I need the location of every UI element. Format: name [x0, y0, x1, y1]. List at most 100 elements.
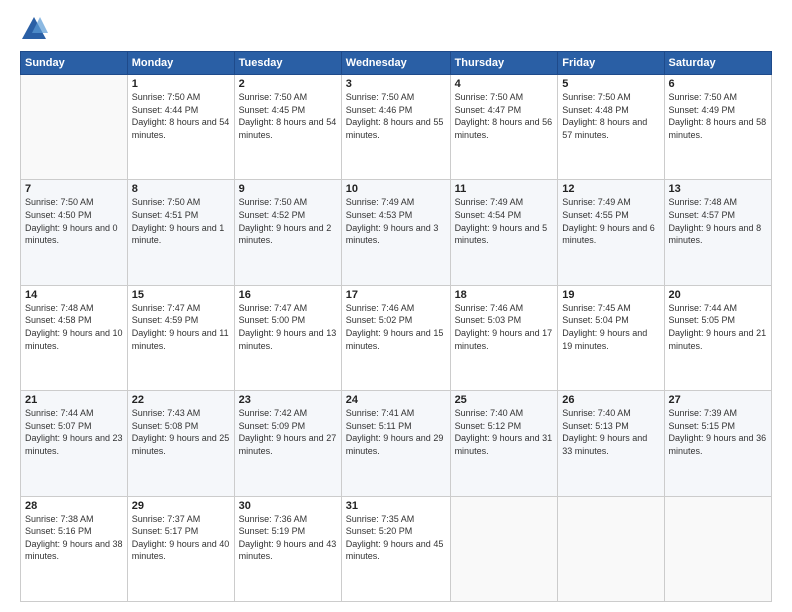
day-number: 29 [132, 500, 230, 512]
page: SundayMondayTuesdayWednesdayThursdayFrid… [0, 0, 792, 612]
day-detail: Sunrise: 7:40 AMSunset: 5:12 PMDaylight:… [455, 407, 554, 457]
day-detail: Sunrise: 7:38 AMSunset: 5:16 PMDaylight:… [25, 513, 123, 563]
day-detail: Sunrise: 7:50 AMSunset: 4:48 PMDaylight:… [562, 91, 659, 141]
day-detail: Sunrise: 7:46 AMSunset: 5:02 PMDaylight:… [346, 302, 446, 352]
day-detail: Sunrise: 7:46 AMSunset: 5:03 PMDaylight:… [455, 302, 554, 352]
calendar-cell: 9 Sunrise: 7:50 AMSunset: 4:52 PMDayligh… [234, 180, 341, 285]
day-detail: Sunrise: 7:41 AMSunset: 5:11 PMDaylight:… [346, 407, 446, 457]
weekday-header-wednesday: Wednesday [341, 52, 450, 75]
day-number: 15 [132, 289, 230, 301]
calendar-cell: 26 Sunrise: 7:40 AMSunset: 5:13 PMDaylig… [558, 391, 664, 496]
day-number: 26 [562, 394, 659, 406]
day-number: 20 [669, 289, 767, 301]
day-number: 16 [239, 289, 337, 301]
calendar-cell: 2 Sunrise: 7:50 AMSunset: 4:45 PMDayligh… [234, 75, 341, 180]
day-number: 21 [25, 394, 123, 406]
calendar-cell: 15 Sunrise: 7:47 AMSunset: 4:59 PMDaylig… [127, 285, 234, 390]
day-number: 11 [455, 183, 554, 195]
day-detail: Sunrise: 7:37 AMSunset: 5:17 PMDaylight:… [132, 513, 230, 563]
day-detail: Sunrise: 7:49 AMSunset: 4:53 PMDaylight:… [346, 196, 446, 246]
calendar-cell: 20 Sunrise: 7:44 AMSunset: 5:05 PMDaylig… [664, 285, 771, 390]
day-detail: Sunrise: 7:40 AMSunset: 5:13 PMDaylight:… [562, 407, 659, 457]
day-number: 17 [346, 289, 446, 301]
calendar-week-5: 28 Sunrise: 7:38 AMSunset: 5:16 PMDaylig… [21, 496, 772, 601]
day-number: 23 [239, 394, 337, 406]
day-number: 8 [132, 183, 230, 195]
day-detail: Sunrise: 7:43 AMSunset: 5:08 PMDaylight:… [132, 407, 230, 457]
weekday-header-monday: Monday [127, 52, 234, 75]
day-detail: Sunrise: 7:50 AMSunset: 4:51 PMDaylight:… [132, 196, 230, 246]
calendar-cell [558, 496, 664, 601]
calendar-cell: 29 Sunrise: 7:37 AMSunset: 5:17 PMDaylig… [127, 496, 234, 601]
calendar-cell: 12 Sunrise: 7:49 AMSunset: 4:55 PMDaylig… [558, 180, 664, 285]
day-number: 31 [346, 500, 446, 512]
weekday-header-sunday: Sunday [21, 52, 128, 75]
day-number: 22 [132, 394, 230, 406]
calendar-cell: 4 Sunrise: 7:50 AMSunset: 4:47 PMDayligh… [450, 75, 558, 180]
calendar-cell: 27 Sunrise: 7:39 AMSunset: 5:15 PMDaylig… [664, 391, 771, 496]
day-number: 9 [239, 183, 337, 195]
calendar-cell: 14 Sunrise: 7:48 AMSunset: 4:58 PMDaylig… [21, 285, 128, 390]
day-number: 24 [346, 394, 446, 406]
calendar-cell: 10 Sunrise: 7:49 AMSunset: 4:53 PMDaylig… [341, 180, 450, 285]
calendar-cell: 5 Sunrise: 7:50 AMSunset: 4:48 PMDayligh… [558, 75, 664, 180]
calendar-cell: 8 Sunrise: 7:50 AMSunset: 4:51 PMDayligh… [127, 180, 234, 285]
calendar-week-1: 1 Sunrise: 7:50 AMSunset: 4:44 PMDayligh… [21, 75, 772, 180]
calendar-cell: 11 Sunrise: 7:49 AMSunset: 4:54 PMDaylig… [450, 180, 558, 285]
weekday-header-thursday: Thursday [450, 52, 558, 75]
day-detail: Sunrise: 7:49 AMSunset: 4:55 PMDaylight:… [562, 196, 659, 246]
day-number: 7 [25, 183, 123, 195]
weekday-header-friday: Friday [558, 52, 664, 75]
day-number: 30 [239, 500, 337, 512]
calendar-cell: 31 Sunrise: 7:35 AMSunset: 5:20 PMDaylig… [341, 496, 450, 601]
day-detail: Sunrise: 7:50 AMSunset: 4:49 PMDaylight:… [669, 91, 767, 141]
day-number: 2 [239, 78, 337, 90]
day-detail: Sunrise: 7:39 AMSunset: 5:15 PMDaylight:… [669, 407, 767, 457]
day-number: 18 [455, 289, 554, 301]
logo-icon [20, 15, 48, 43]
day-detail: Sunrise: 7:44 AMSunset: 5:05 PMDaylight:… [669, 302, 767, 352]
calendar-week-2: 7 Sunrise: 7:50 AMSunset: 4:50 PMDayligh… [21, 180, 772, 285]
day-detail: Sunrise: 7:50 AMSunset: 4:47 PMDaylight:… [455, 91, 554, 141]
day-number: 5 [562, 78, 659, 90]
day-detail: Sunrise: 7:45 AMSunset: 5:04 PMDaylight:… [562, 302, 659, 352]
day-number: 4 [455, 78, 554, 90]
calendar-cell: 1 Sunrise: 7:50 AMSunset: 4:44 PMDayligh… [127, 75, 234, 180]
calendar-cell: 23 Sunrise: 7:42 AMSunset: 5:09 PMDaylig… [234, 391, 341, 496]
calendar-week-4: 21 Sunrise: 7:44 AMSunset: 5:07 PMDaylig… [21, 391, 772, 496]
day-number: 6 [669, 78, 767, 90]
calendar-cell: 25 Sunrise: 7:40 AMSunset: 5:12 PMDaylig… [450, 391, 558, 496]
calendar-cell: 19 Sunrise: 7:45 AMSunset: 5:04 PMDaylig… [558, 285, 664, 390]
day-number: 1 [132, 78, 230, 90]
calendar-cell [664, 496, 771, 601]
day-number: 3 [346, 78, 446, 90]
day-number: 14 [25, 289, 123, 301]
calendar-cell: 24 Sunrise: 7:41 AMSunset: 5:11 PMDaylig… [341, 391, 450, 496]
calendar-cell [21, 75, 128, 180]
calendar-cell: 22 Sunrise: 7:43 AMSunset: 5:08 PMDaylig… [127, 391, 234, 496]
day-detail: Sunrise: 7:44 AMSunset: 5:07 PMDaylight:… [25, 407, 123, 457]
day-detail: Sunrise: 7:47 AMSunset: 5:00 PMDaylight:… [239, 302, 337, 352]
day-detail: Sunrise: 7:36 AMSunset: 5:19 PMDaylight:… [239, 513, 337, 563]
weekday-header-saturday: Saturday [664, 52, 771, 75]
calendar-header: SundayMondayTuesdayWednesdayThursdayFrid… [21, 52, 772, 75]
day-detail: Sunrise: 7:35 AMSunset: 5:20 PMDaylight:… [346, 513, 446, 563]
day-detail: Sunrise: 7:42 AMSunset: 5:09 PMDaylight:… [239, 407, 337, 457]
calendar-cell [450, 496, 558, 601]
day-number: 10 [346, 183, 446, 195]
calendar-cell: 6 Sunrise: 7:50 AMSunset: 4:49 PMDayligh… [664, 75, 771, 180]
calendar-cell: 13 Sunrise: 7:48 AMSunset: 4:57 PMDaylig… [664, 180, 771, 285]
calendar-cell: 3 Sunrise: 7:50 AMSunset: 4:46 PMDayligh… [341, 75, 450, 180]
calendar-table: SundayMondayTuesdayWednesdayThursdayFrid… [20, 51, 772, 602]
day-detail: Sunrise: 7:48 AMSunset: 4:58 PMDaylight:… [25, 302, 123, 352]
day-number: 19 [562, 289, 659, 301]
day-detail: Sunrise: 7:47 AMSunset: 4:59 PMDaylight:… [132, 302, 230, 352]
calendar-cell: 16 Sunrise: 7:47 AMSunset: 5:00 PMDaylig… [234, 285, 341, 390]
day-number: 25 [455, 394, 554, 406]
day-detail: Sunrise: 7:50 AMSunset: 4:45 PMDaylight:… [239, 91, 337, 141]
calendar-week-3: 14 Sunrise: 7:48 AMSunset: 4:58 PMDaylig… [21, 285, 772, 390]
day-detail: Sunrise: 7:50 AMSunset: 4:52 PMDaylight:… [239, 196, 337, 246]
logo [20, 15, 52, 43]
calendar-cell: 18 Sunrise: 7:46 AMSunset: 5:03 PMDaylig… [450, 285, 558, 390]
day-detail: Sunrise: 7:50 AMSunset: 4:44 PMDaylight:… [132, 91, 230, 141]
